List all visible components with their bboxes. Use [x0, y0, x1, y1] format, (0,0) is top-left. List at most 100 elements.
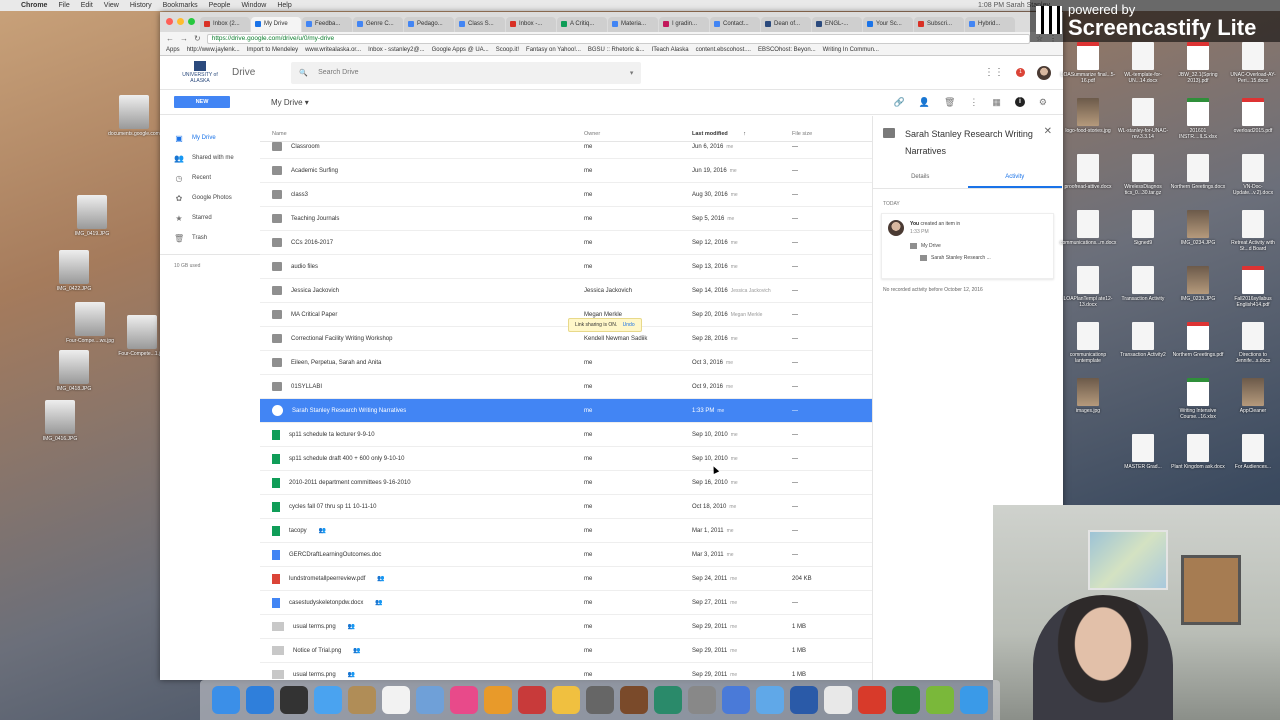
desktop-icon[interactable]: LOAPlanTempl ate12-13.docx: [1060, 266, 1116, 308]
desktop-icon[interactable]: Directions to Jennife...s.docx: [1225, 322, 1280, 364]
menu-people[interactable]: People: [209, 2, 231, 9]
sidebar-item-my-drive[interactable]: ▣ My Drive: [160, 128, 260, 148]
grid-view-icon[interactable]: ▦: [992, 97, 1001, 108]
browser-tab[interactable]: Inbox (2...: [200, 17, 250, 32]
desktop-icon[interactable]: communicationp lantemplate: [1060, 322, 1116, 364]
apps-grid-icon[interactable]: ⋮⋮: [984, 67, 1004, 78]
dock-app-icon[interactable]: [722, 686, 750, 714]
desktop-icon[interactable]: IMG_0234.JPG: [1170, 210, 1226, 246]
table-row[interactable]: Jessica Jackovich Jessica Jackovich Sep 14…: [260, 279, 872, 303]
browser-tab[interactable]: Genre C...: [353, 17, 403, 32]
activity-item[interactable]: Sarah Stanley Research ...: [910, 254, 991, 262]
dock-app-icon[interactable]: [926, 686, 954, 714]
browser-tab[interactable]: Feedba...: [302, 17, 352, 32]
desktop-icon[interactable]: Retreat Activity with St...d Board: [1225, 210, 1280, 252]
sidebar-item-google-photos[interactable]: ✿ Google Photos: [160, 188, 260, 208]
col-owner[interactable]: Owner: [584, 131, 692, 137]
dock-app-icon[interactable]: [484, 686, 512, 714]
tab-activity[interactable]: Activity: [967, 168, 1062, 188]
dock-app-icon[interactable]: [824, 686, 852, 714]
info-icon[interactable]: i: [1014, 97, 1025, 107]
desktop-icon[interactable]: Signed9: [1115, 210, 1171, 246]
desktop-icon[interactable]: Fall2016syllabus English414.pdf: [1225, 266, 1280, 308]
browser-tab[interactable]: Dean of...: [761, 17, 811, 32]
table-row[interactable]: tacopy 👥 me Mar 1, 2011 me —: [260, 519, 872, 543]
desktop-icon[interactable]: LOASummarize final...5-16.pdf: [1060, 42, 1116, 84]
desktop-icon[interactable]: overload2015.pdf: [1225, 98, 1280, 134]
desktop-icon[interactable]: Northern Greetings.pdf: [1170, 322, 1226, 358]
sidebar-item-trash[interactable]: 🗑 Trash: [160, 228, 260, 248]
forward-icon[interactable]: →: [180, 34, 188, 43]
col-name[interactable]: Name: [260, 131, 584, 137]
browser-tab[interactable]: My Drive: [251, 17, 301, 32]
desktop-icon[interactable]: WL-template-for-UN...14.docx: [1115, 42, 1171, 84]
bookmark-item[interactable]: Writing In Commun...: [823, 47, 879, 53]
desktop-icon[interactable]: WirelessDiagnos tics_0...30.tar.gz: [1115, 154, 1171, 196]
table-row[interactable]: Correctional Facility Writing Workshop Ke…: [260, 327, 872, 351]
table-row[interactable]: Sarah Stanley Research Writing Narrative…: [260, 399, 872, 423]
desktop-icon[interactable]: communications...m.docx: [1060, 210, 1116, 246]
dock-app-icon[interactable]: [280, 686, 308, 714]
dock-app-icon[interactable]: [450, 686, 478, 714]
desktop-icon[interactable]: documents.google.com: [104, 95, 164, 137]
bookmark-item[interactable]: Import to Mendeley: [247, 47, 298, 53]
dock-app-icon[interactable]: [518, 686, 546, 714]
settings-gear-icon[interactable]: ⚙: [1039, 97, 1047, 108]
menu-app-name[interactable]: Chrome: [21, 2, 47, 9]
browser-tab[interactable]: ENGL-...: [812, 17, 862, 32]
table-row[interactable]: sp11 schedule draft 400 + 600 only 9-10-…: [260, 447, 872, 471]
browser-tab[interactable]: I gradin...: [659, 17, 709, 32]
bookmark-item[interactable]: Google Apps @ UA...: [432, 47, 489, 53]
dock-app-icon[interactable]: [620, 686, 648, 714]
desktop-icon[interactable]: IMG_0419.JPG: [62, 195, 122, 237]
more-actions-icon[interactable]: ⋮: [969, 97, 978, 108]
browser-tab[interactable]: Subscri...: [914, 17, 964, 32]
search-options-icon[interactable]: ▾: [630, 69, 634, 77]
browser-tab[interactable]: Inbox -...: [506, 17, 556, 32]
undo-button[interactable]: Undo: [623, 322, 635, 328]
table-row[interactable]: cycles fall 07 thru sp 11 10-11-10 me Oct …: [260, 495, 872, 519]
browser-tab[interactable]: A Critiq...: [557, 17, 607, 32]
dock-app-icon[interactable]: [246, 686, 274, 714]
table-row[interactable]: sp11 schedule ta lecturer 9-9-10 me Sep 10…: [260, 423, 872, 447]
browser-tab[interactable]: Your Sc...: [863, 17, 913, 32]
table-row[interactable]: 2010-2011 department committees 9-16-201…: [260, 471, 872, 495]
tab-details[interactable]: Details: [873, 168, 968, 188]
desktop-icon[interactable]: logo-food-stories.jpg: [1060, 98, 1116, 134]
bookmark-item[interactable]: BGSU :: Rhetoric &...: [588, 47, 645, 53]
bookmark-item[interactable]: ITeach Alaska: [652, 47, 689, 53]
table-row[interactable]: usual terms.png 👥 me Sep 29, 2011 me 1 MB: [260, 663, 872, 680]
col-last-modified[interactable]: Last modified ↑: [692, 131, 792, 137]
bookmark-item[interactable]: Fantasy on Yahoo!...: [526, 47, 581, 53]
desktop-icon[interactable]: Plant Kingdom ask.docx: [1170, 434, 1226, 470]
dock-app-icon[interactable]: [348, 686, 376, 714]
desktop-icon[interactable]: proofread-attive.docx: [1060, 154, 1116, 190]
menu-help[interactable]: Help: [277, 2, 291, 9]
avatar[interactable]: [1037, 65, 1051, 80]
menu-edit[interactable]: Edit: [81, 2, 93, 9]
dock-app-icon[interactable]: [212, 686, 240, 714]
table-row[interactable]: lundstrometallpeerreview.pdf 👥 me Sep 24, 2…: [260, 567, 872, 591]
minimize-window-icon[interactable]: [177, 18, 184, 25]
desktop-icon[interactable]: For Audiences...: [1225, 434, 1280, 470]
share-icon[interactable]: 👤: [919, 97, 930, 108]
table-row[interactable]: Classroom me Jun 6, 2016 me —: [260, 135, 872, 159]
dock-app-icon[interactable]: [756, 686, 784, 714]
dock-app-icon[interactable]: [416, 686, 444, 714]
menu-bookmarks[interactable]: Bookmarks: [163, 2, 198, 9]
get-link-icon[interactable]: 🔗: [894, 97, 905, 108]
dock-app-icon[interactable]: [858, 686, 886, 714]
dock-app-icon[interactable]: [892, 686, 920, 714]
col-file-size[interactable]: File size: [792, 131, 872, 137]
location-dropdown[interactable]: My Drive ▾: [271, 98, 309, 107]
desktop-icon[interactable]: AppCleaner: [1225, 378, 1280, 414]
back-icon[interactable]: ←: [166, 34, 174, 43]
dock-app-icon[interactable]: [314, 686, 342, 714]
desktop-icon[interactable]: images.jpg: [1060, 378, 1116, 414]
reload-icon[interactable]: ↻: [194, 34, 201, 43]
new-button[interactable]: NEW: [174, 96, 230, 108]
desktop-icon[interactable]: MASTER Grad...: [1115, 434, 1171, 470]
address-bar[interactable]: https://drive.google.com/drive/u/0/my-dr…: [206, 33, 1030, 44]
desktop-icon[interactable]: IMG_0418.JPG: [44, 350, 104, 392]
desktop-icon[interactable]: JBW_32.1(Spring 2013).pdf: [1170, 42, 1226, 84]
